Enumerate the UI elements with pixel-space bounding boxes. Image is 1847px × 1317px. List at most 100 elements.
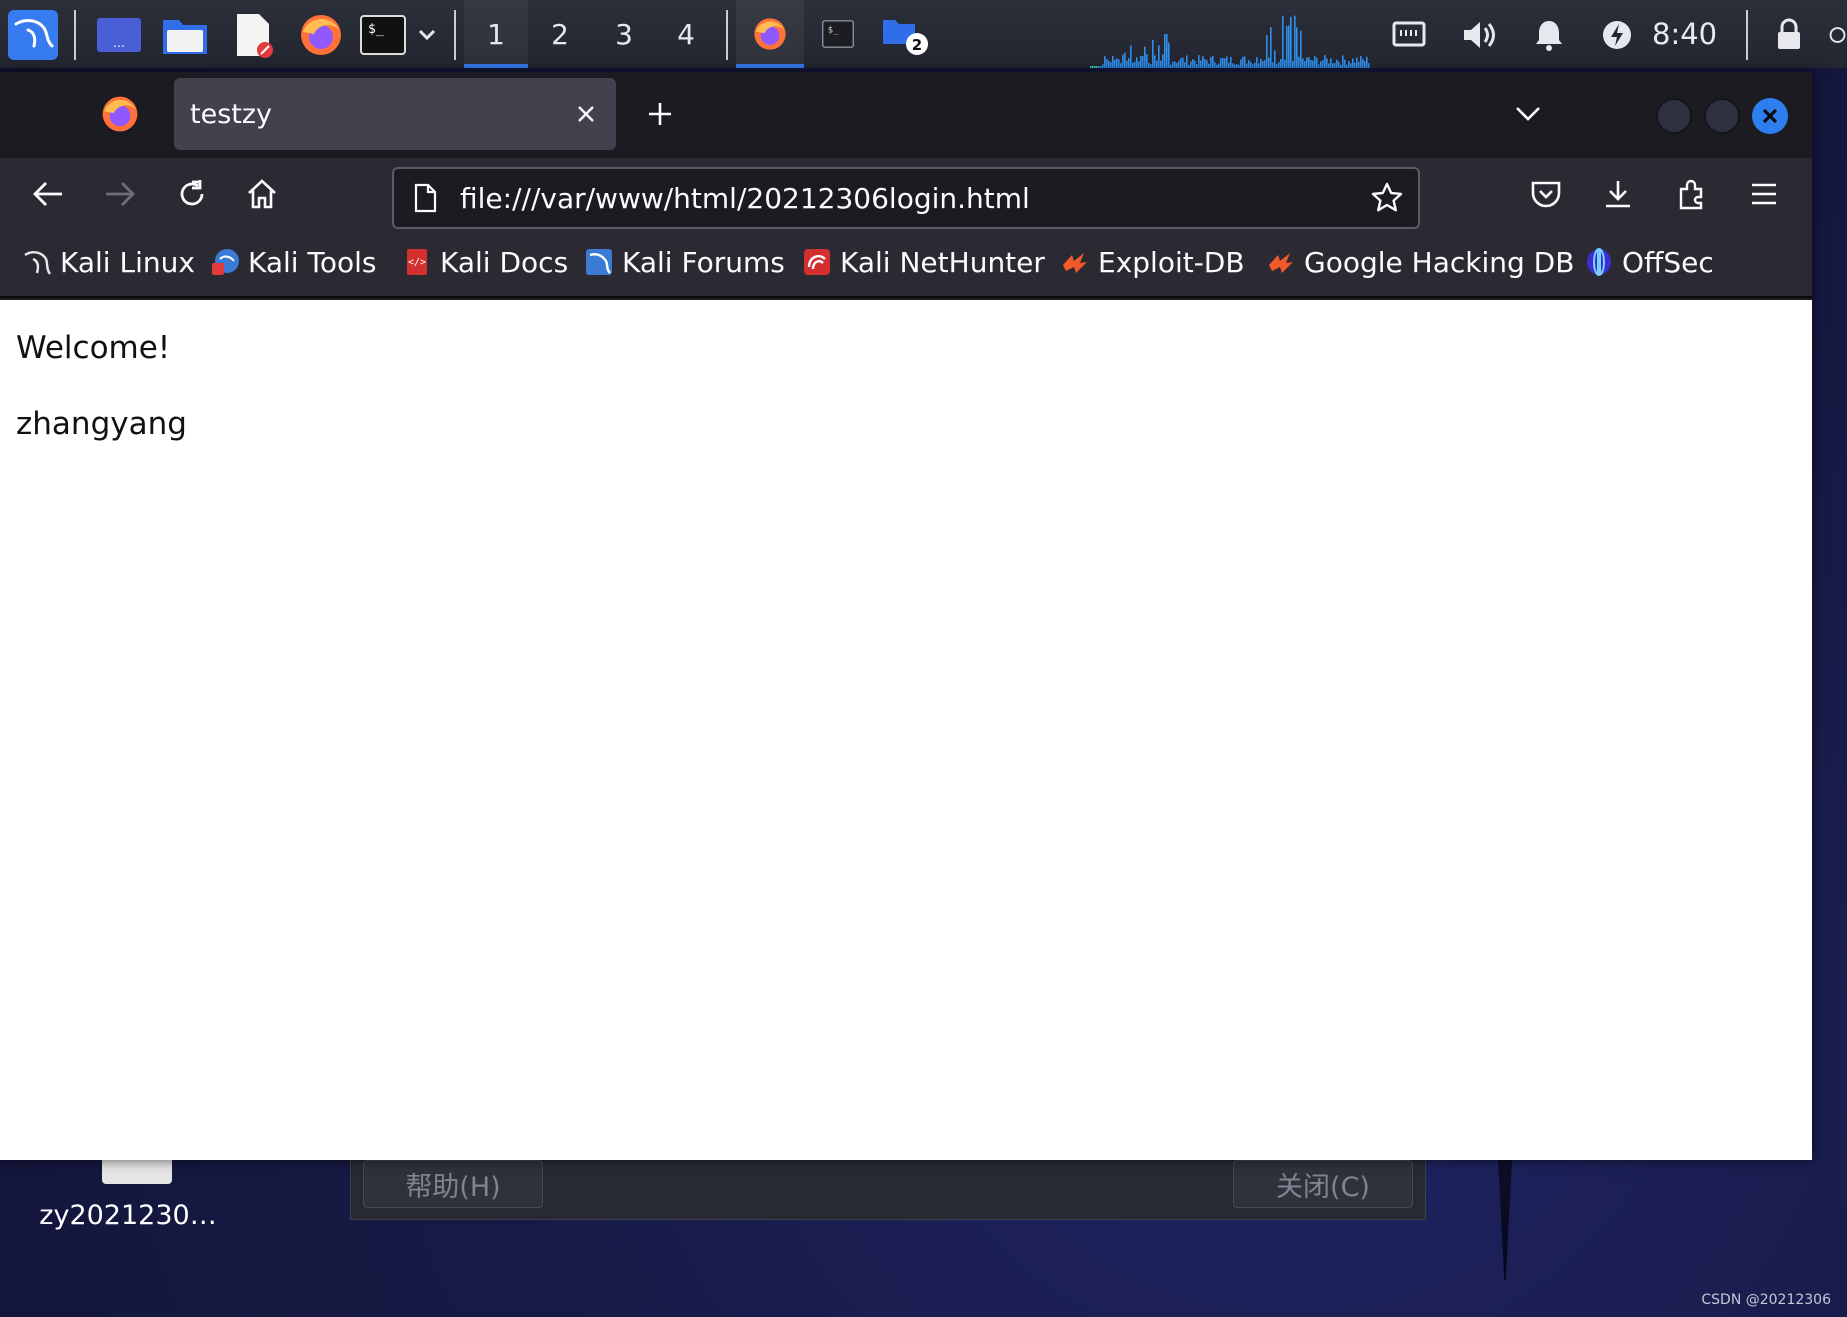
- show-desktop-icon[interactable]: ...: [94, 10, 144, 60]
- cpu-bar: [1310, 59, 1312, 68]
- cpu-bar: [1188, 64, 1190, 68]
- volume-icon[interactable]: [1456, 10, 1506, 60]
- cpu-bar: [1198, 55, 1200, 68]
- lock-screen-icon[interactable]: [1764, 10, 1814, 60]
- cpu-bar: [1250, 62, 1252, 68]
- cpu-bar: [1304, 61, 1306, 68]
- workspace-3[interactable]: 3: [592, 0, 656, 68]
- url-bar[interactable]: file:///var/www/html/20212306login.html: [392, 167, 1420, 229]
- workspace-4[interactable]: 4: [654, 0, 718, 68]
- text-editor-icon[interactable]: [228, 10, 278, 60]
- workspace-1[interactable]: 1: [464, 0, 528, 68]
- taskbar: ... $_ 1 2 3 4 $_ 2 8:40: [0, 0, 1847, 68]
- close-dialog-button[interactable]: 关闭(C): [1233, 1160, 1413, 1208]
- cpu-bar: [1348, 61, 1350, 68]
- back-button[interactable]: [24, 170, 72, 218]
- pocket-icon: [1531, 181, 1561, 208]
- maximize-window-button[interactable]: [1704, 98, 1740, 134]
- url-text[interactable]: file:///var/www/html/20212306login.html: [460, 182, 1030, 215]
- cpu-bar: [1134, 61, 1136, 68]
- terminal-launcher-icon[interactable]: $_: [358, 10, 408, 60]
- close-tab-icon[interactable]: [568, 96, 604, 132]
- cpu-bar: [1146, 54, 1148, 68]
- cpu-bar: [1178, 61, 1180, 68]
- bookmark-exploit-db[interactable]: Exploit-DB: [1060, 242, 1245, 282]
- cpu-bar: [1108, 60, 1110, 68]
- cpu-bar: [1260, 58, 1262, 68]
- bookmark-kali-tools[interactable]: Kali Tools: [210, 242, 376, 282]
- desktop-file-icon[interactable]: [102, 1160, 172, 1184]
- file-manager-icon[interactable]: [160, 10, 210, 60]
- cpu-bar: [1136, 57, 1138, 68]
- notifications-icon[interactable]: [1524, 10, 1574, 60]
- navigation-toolbar: file:///var/www/html/20212306login.html: [0, 158, 1812, 230]
- cpu-bar: [1256, 57, 1258, 68]
- firefox-launcher-icon[interactable]: [296, 10, 346, 60]
- home-icon: [248, 179, 276, 209]
- cpu-bar: [1248, 60, 1250, 68]
- cpu-bar: [1232, 63, 1234, 68]
- bookmark-kali-nethunter[interactable]: Kali NetHunter: [802, 242, 1045, 282]
- reload-icon: [180, 180, 204, 206]
- workspace-2[interactable]: 2: [528, 0, 592, 68]
- cpu-bar: [1156, 60, 1158, 68]
- bookmark-kali-docs[interactable]: </> Kali Docs: [402, 242, 568, 282]
- reload-button[interactable]: [168, 170, 216, 218]
- tab-title: testzy: [190, 98, 273, 130]
- cpu-bar: [1194, 60, 1196, 68]
- cpu-bar: [1102, 64, 1104, 68]
- bookmark-google-hacking-db[interactable]: Google Hacking DB: [1266, 242, 1574, 282]
- bookmark-kali-forums[interactable]: Kali Forums: [584, 242, 785, 282]
- cpu-bar: [1344, 59, 1346, 68]
- cpu-bar: [1172, 61, 1174, 68]
- cpu-bar: [1264, 60, 1266, 68]
- cpu-bar: [1298, 56, 1300, 68]
- forward-button[interactable]: [96, 170, 144, 218]
- chevron-down-icon[interactable]: [404, 10, 450, 60]
- puzzle-icon: [1679, 179, 1703, 210]
- downloads-button[interactable]: [1594, 170, 1642, 218]
- tab-testzy[interactable]: testzy: [174, 78, 616, 150]
- cpu-bar: [1094, 66, 1096, 68]
- bookmark-offsec[interactable]: OffSec: [1584, 242, 1714, 282]
- list-all-tabs-chevron-icon[interactable]: [1508, 94, 1548, 134]
- cpu-bar: [1218, 63, 1220, 68]
- cpu-bar: [1138, 61, 1140, 68]
- cpu-bar: [1282, 15, 1284, 68]
- help-button[interactable]: 帮助(H): [363, 1160, 543, 1208]
- app-menu-button[interactable]: [1740, 170, 1788, 218]
- bookmark-kali-linux[interactable]: Kali Linux: [22, 242, 195, 282]
- cpu-bar: [1358, 61, 1360, 68]
- minimize-window-button[interactable]: [1656, 98, 1692, 134]
- logout-icon[interactable]: [1828, 10, 1847, 60]
- cpu-bar: [1268, 57, 1270, 68]
- network-icon[interactable]: [1384, 10, 1434, 60]
- cpu-bar: [1210, 57, 1212, 68]
- firefox-window: testzy file:///var/www/html/20212306logi…: [0, 72, 1812, 1160]
- cpu-bar: [1306, 57, 1308, 68]
- cpu-bar: [1272, 62, 1274, 68]
- desktop-file-label[interactable]: zy2021230…: [28, 1200, 228, 1231]
- cpu-bar: [1322, 60, 1324, 68]
- extensions-button[interactable]: [1668, 170, 1716, 218]
- cpu-bar: [1294, 15, 1296, 68]
- kali-menu-icon[interactable]: [8, 10, 58, 60]
- bookmark-star-icon[interactable]: [1370, 181, 1404, 215]
- clock[interactable]: 8:40: [1652, 0, 1717, 68]
- cpu-bar: [1346, 64, 1348, 68]
- new-tab-icon[interactable]: [640, 94, 680, 134]
- cpu-bar: [1292, 60, 1294, 68]
- power-manager-icon[interactable]: [1592, 10, 1642, 60]
- cpu-bar: [1332, 63, 1334, 68]
- cpu-bar: [1326, 58, 1328, 68]
- close-window-button[interactable]: [1752, 98, 1788, 134]
- cpu-bar: [1142, 56, 1144, 68]
- task-file-manager[interactable]: 2: [872, 0, 940, 68]
- home-button[interactable]: [238, 170, 286, 218]
- tab-bar: testzy: [0, 72, 1812, 158]
- task-firefox[interactable]: [736, 0, 804, 68]
- task-terminal[interactable]: $_: [804, 0, 872, 68]
- bookmark-label: Google Hacking DB: [1304, 245, 1575, 279]
- cpu-bar: [1312, 60, 1314, 68]
- pocket-button[interactable]: [1522, 170, 1570, 218]
